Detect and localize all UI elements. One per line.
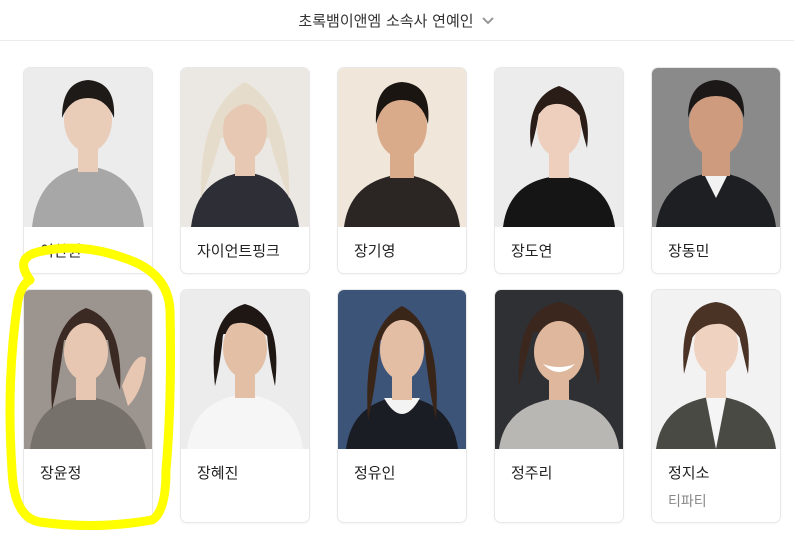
celebrity-name: 장도연 [511,242,553,260]
celebrity-card[interactable]: 장동민 [652,68,780,273]
celebrity-photo [495,68,623,227]
celebrity-name: 장윤정 [40,464,82,482]
celebrity-card[interactable]: 정주리 [495,290,623,522]
agency-title: 초록뱀이앤엠 소속사 연예인 [298,11,474,30]
celebrity-card[interactable]: 자이언트핑크 [181,68,309,273]
celebrity-photo [338,290,466,449]
celebrity-card[interactable]: 정유인 [338,290,466,522]
celebrity-name: 정지소 [668,464,710,482]
chevron-down-icon[interactable] [480,12,496,28]
celebrity-name: 정주리 [511,464,553,482]
celebrity-name: 정유인 [354,464,396,482]
celebrity-group[interactable]: 티파티 [668,491,707,511]
celebrity-card[interactable]: 장기영 [338,68,466,273]
celebrity-card[interactable]: 장윤정 [24,290,152,522]
celebrity-photo [495,290,623,449]
celebrity-name: 장기영 [354,242,396,260]
celebrity-photo [652,290,780,449]
celebrity-card[interactable]: 장혜진 [181,290,309,522]
celebrity-name: 이찬원 [40,242,82,260]
celebrity-photo [24,290,152,449]
celebrity-name: 장동민 [668,242,710,260]
celebrity-name: 자이언트핑크 [197,242,280,260]
celebrity-name: 장혜진 [197,464,239,482]
celebrity-card[interactable]: 정지소 티파티 [652,290,780,522]
celebrity-photo [24,68,152,227]
celebrity-photo [338,68,466,227]
celebrity-photo [181,290,309,449]
celebrity-card[interactable]: 이찬원 [24,68,152,273]
celebrity-photo [652,68,780,227]
celebrity-photo [181,68,309,227]
agency-header[interactable]: 초록뱀이앤엠 소속사 연예인 [0,0,794,41]
celebrity-card[interactable]: 장도연 [495,68,623,273]
